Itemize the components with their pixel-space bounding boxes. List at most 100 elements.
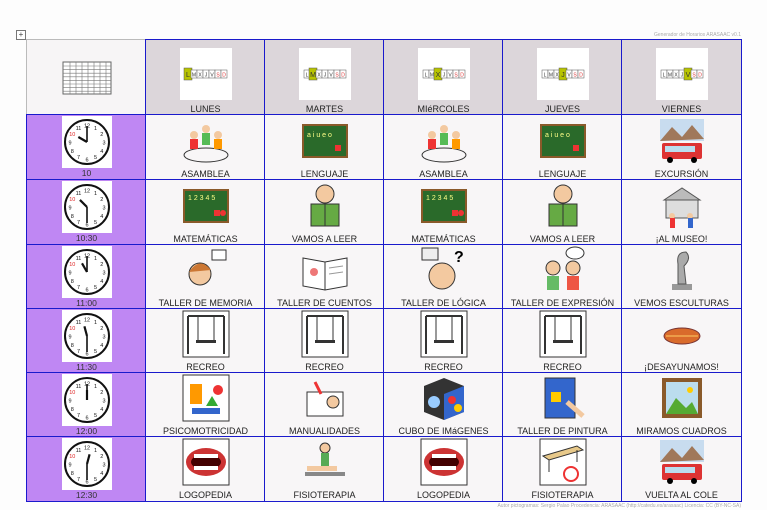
activity-cell[interactable]: LOGOPEDIA xyxy=(383,436,504,502)
mouth-icon xyxy=(420,438,467,486)
storybook-icon xyxy=(302,257,347,291)
activity-cell[interactable]: MANUALIDADES xyxy=(264,372,385,438)
activity-cell[interactable]: LOGOPEDIA xyxy=(145,436,266,502)
svg-text:6: 6 xyxy=(85,158,88,164)
activity-cell[interactable]: RECREO xyxy=(264,308,385,374)
svg-text:6: 6 xyxy=(85,288,88,294)
svg-text:?: ? xyxy=(454,249,464,266)
sculpture-icon xyxy=(671,251,692,290)
svg-text:9: 9 xyxy=(68,399,71,405)
time-label: 10:30 xyxy=(75,233,98,244)
svg-text:11: 11 xyxy=(75,256,81,262)
svg-text:1 2 3 4 5: 1 2 3 4 5 xyxy=(426,195,453,202)
time-cell: 1 2 3 4 5 6 7 8 9 10 11 12 10:30 xyxy=(26,179,147,246)
day-header: L M X J V S D LUNES xyxy=(145,39,266,116)
activity-cell[interactable]: TALLER DE PINTURA xyxy=(502,372,623,438)
activity-cell[interactable]: ASAMBLEA xyxy=(145,114,266,181)
activity-label: MATEMÁTICAS xyxy=(173,233,238,244)
image-cube-icon xyxy=(423,377,464,420)
activity-cell[interactable]: FISIOTERAPIA xyxy=(502,436,623,502)
activity-cell[interactable]: FISIOTERAPIA xyxy=(264,436,385,502)
svg-text:9: 9 xyxy=(68,335,71,341)
activity-label: TALLER DE MEMORIA xyxy=(158,297,253,308)
chalkboard-letters-icon: a i u e o xyxy=(539,123,586,158)
svg-text:6: 6 xyxy=(85,480,88,486)
svg-text:11: 11 xyxy=(75,320,81,326)
activity-cell[interactable]: TALLER DE EXPRESIÓN xyxy=(502,244,623,310)
time-label: 12:00 xyxy=(75,426,98,437)
week-day-icon: LMXJVSD xyxy=(183,67,227,80)
swing-icon xyxy=(539,310,586,358)
svg-text:12: 12 xyxy=(83,189,89,195)
activity-label: RECREO xyxy=(424,361,463,372)
activity-label: LOGOPEDIA xyxy=(416,489,470,500)
svg-text:7: 7 xyxy=(76,220,79,226)
svg-text:6: 6 xyxy=(85,223,88,229)
activity-label: MATEMÁTICAS xyxy=(411,233,476,244)
svg-text:4: 4 xyxy=(100,214,103,220)
corner-cell xyxy=(26,39,147,116)
activity-cell[interactable]: TALLER DE MEMORIA xyxy=(145,244,266,310)
time-label: 11:00 xyxy=(76,298,97,309)
svg-text:V: V xyxy=(685,72,690,79)
activity-cell[interactable]: EXCURSIÓN xyxy=(621,114,742,181)
svg-text:5: 5 xyxy=(93,477,96,483)
svg-text:L: L xyxy=(662,72,665,78)
assembly-icon xyxy=(183,124,228,163)
activity-cell[interactable]: VEMOS ESCULTURAS xyxy=(621,244,742,310)
svg-text:9: 9 xyxy=(68,271,71,277)
svg-text:4: 4 xyxy=(100,343,103,349)
activity-cell[interactable]: RECREO xyxy=(383,308,504,374)
activity-cell[interactable]: VAMOS A LEER xyxy=(264,179,385,246)
activity-label: RECREO xyxy=(186,361,225,372)
svg-text:4: 4 xyxy=(100,149,103,155)
table-move-handle[interactable]: + xyxy=(16,30,26,40)
activity-cell[interactable]: ¡DESAYUNAMOS! xyxy=(621,308,742,374)
svg-text:M: M xyxy=(548,72,552,78)
activity-cell[interactable]: ASAMBLEA xyxy=(383,114,504,181)
activity-cell[interactable]: VAMOS A LEER xyxy=(502,179,623,246)
activity-cell[interactable]: VUELTA AL COLE xyxy=(621,436,742,502)
day-label: JUEVES xyxy=(544,103,580,114)
activity-cell[interactable]: CUBO DE IMáGENES xyxy=(383,372,504,438)
svg-text:5: 5 xyxy=(93,349,96,355)
activity-cell[interactable]: PSICOMOTRICIDAD xyxy=(145,372,266,438)
activity-cell[interactable]: 1 2 3 4 5 MATEMÁTICAS xyxy=(383,179,504,246)
activity-cell[interactable]: ¡AL MUSEO! xyxy=(621,179,742,246)
activity-label: VEMOS ESCULTURAS xyxy=(634,297,729,308)
svg-text:1: 1 xyxy=(93,448,96,454)
day-header: L M X J V S D MIéRCOLES xyxy=(383,39,504,116)
svg-text:11: 11 xyxy=(75,191,81,197)
activity-cell[interactable]: MIRAMOS CUADROS xyxy=(621,372,742,438)
svg-text:7: 7 xyxy=(76,155,79,161)
time-label: 10 xyxy=(81,168,92,179)
svg-text:J: J xyxy=(561,72,565,79)
svg-text:L: L xyxy=(305,72,308,78)
svg-text:3: 3 xyxy=(102,271,105,277)
activity-label: LENGUAJE xyxy=(300,168,349,179)
activity-cell[interactable]: 1 2 3 4 5 MATEMÁTICAS xyxy=(145,179,266,246)
svg-text:7: 7 xyxy=(76,349,79,355)
activity-label: TALLER DE LÓGICA xyxy=(401,297,486,308)
time-cell: 1 2 3 4 5 6 7 8 9 10 11 12 11:30 xyxy=(26,308,147,374)
activity-cell[interactable]: a i u e o LENGUAJE xyxy=(264,114,385,181)
svg-text:2: 2 xyxy=(100,390,103,396)
svg-text:9: 9 xyxy=(68,141,71,147)
week-day-icon: LMXJVSD xyxy=(541,67,584,80)
svg-text:6: 6 xyxy=(85,416,88,422)
activity-cell[interactable]: RECREO xyxy=(502,308,623,374)
activity-cell[interactable]: a i u e o LENGUAJE xyxy=(502,114,623,181)
activity-cell[interactable]: RECREO xyxy=(145,308,266,374)
activity-label: VAMOS A LEER xyxy=(529,233,596,244)
day-label: VIERNES xyxy=(661,103,702,114)
chalkboard-numbers-icon: 1 2 3 4 5 xyxy=(420,188,467,223)
svg-text:11: 11 xyxy=(75,384,81,390)
time-label: 11:30 xyxy=(76,362,97,373)
bus-icon xyxy=(659,118,704,163)
svg-text:1: 1 xyxy=(93,126,96,132)
svg-text:9: 9 xyxy=(68,206,71,212)
svg-text:6: 6 xyxy=(85,352,88,358)
week-day-icon: LMXJVSD xyxy=(303,67,346,80)
activity-cell[interactable]: ? TALLER DE LÓGICA xyxy=(383,244,504,310)
activity-cell[interactable]: TALLER DE CUENTOS xyxy=(264,244,385,310)
